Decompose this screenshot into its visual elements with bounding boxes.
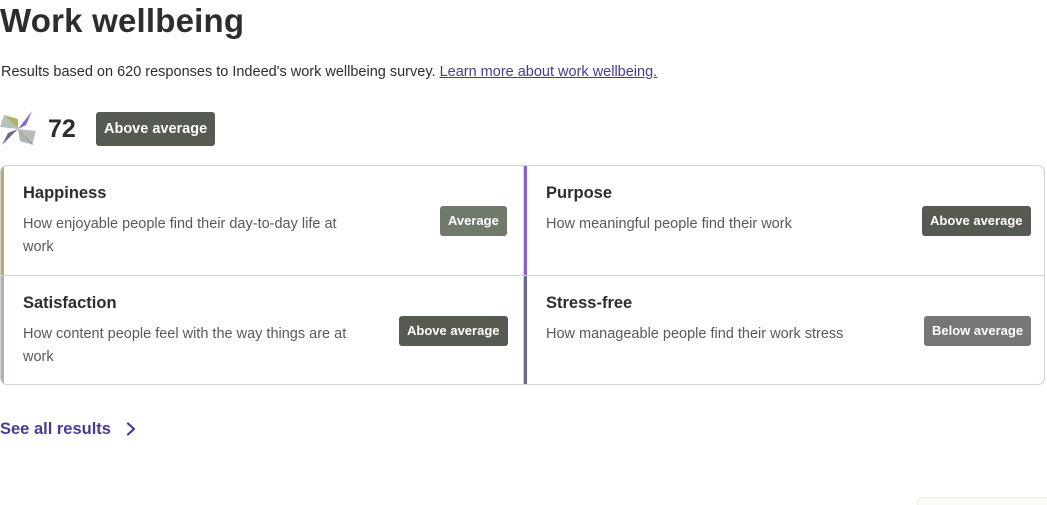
dimension-title: Happiness <box>23 184 107 202</box>
accent-bar <box>524 276 527 384</box>
accent-bar <box>524 166 527 275</box>
dimension-rating-badge: Average <box>440 206 507 236</box>
wellbeing-pinwheel-icon <box>0 111 36 145</box>
dimension-card-purpose: Purpose How meaningful people find their… <box>524 166 1044 276</box>
learn-more-link[interactable]: Learn more about work wellbeing. <box>440 64 658 80</box>
work-wellbeing-page: Work wellbeing Results based on 620 resp… <box>0 0 1047 505</box>
dimension-rating-badge: Below average <box>924 316 1032 346</box>
dimension-rating-badge: Above average <box>399 316 508 346</box>
dimension-card-happiness: Happiness How enjoyable people find thei… <box>1 166 524 276</box>
overall-score: 72 Above average <box>0 111 216 147</box>
dimension-description: How meaningful people find their work <box>546 216 792 232</box>
dimension-description: How manageable people find their work st… <box>546 326 844 342</box>
overall-rating-badge: Above average <box>96 112 216 146</box>
survey-summary-text: Results based on 620 responses to Indeed… <box>1 64 440 80</box>
dimension-description: How enjoyable people find their day-to-d… <box>23 216 337 255</box>
dimension-card-satisfaction: Satisfaction How content people feel wit… <box>1 276 524 384</box>
page-title: Work wellbeing <box>0 2 245 39</box>
accent-bar <box>1 276 4 384</box>
floating-panel-edge <box>917 497 1047 505</box>
dimension-description: How content people feel with the way thi… <box>23 326 347 365</box>
chevron-right-icon <box>126 422 136 436</box>
dimension-title: Satisfaction <box>23 294 117 312</box>
survey-summary: Results based on 620 responses to Indeed… <box>1 62 657 82</box>
wellbeing-dimensions-grid: Happiness How enjoyable people find thei… <box>0 165 1045 385</box>
dimension-rating-badge: Above average <box>922 206 1031 236</box>
dimension-title: Stress-free <box>546 294 633 312</box>
dimension-card-stress-free: Stress-free How manageable people find t… <box>524 276 1044 384</box>
accent-bar <box>1 166 4 275</box>
see-all-results-label: See all results <box>0 419 111 438</box>
dimension-title: Purpose <box>546 184 613 202</box>
see-all-results-link[interactable]: See all results <box>0 416 137 442</box>
overall-score-value: 72 <box>48 114 76 143</box>
